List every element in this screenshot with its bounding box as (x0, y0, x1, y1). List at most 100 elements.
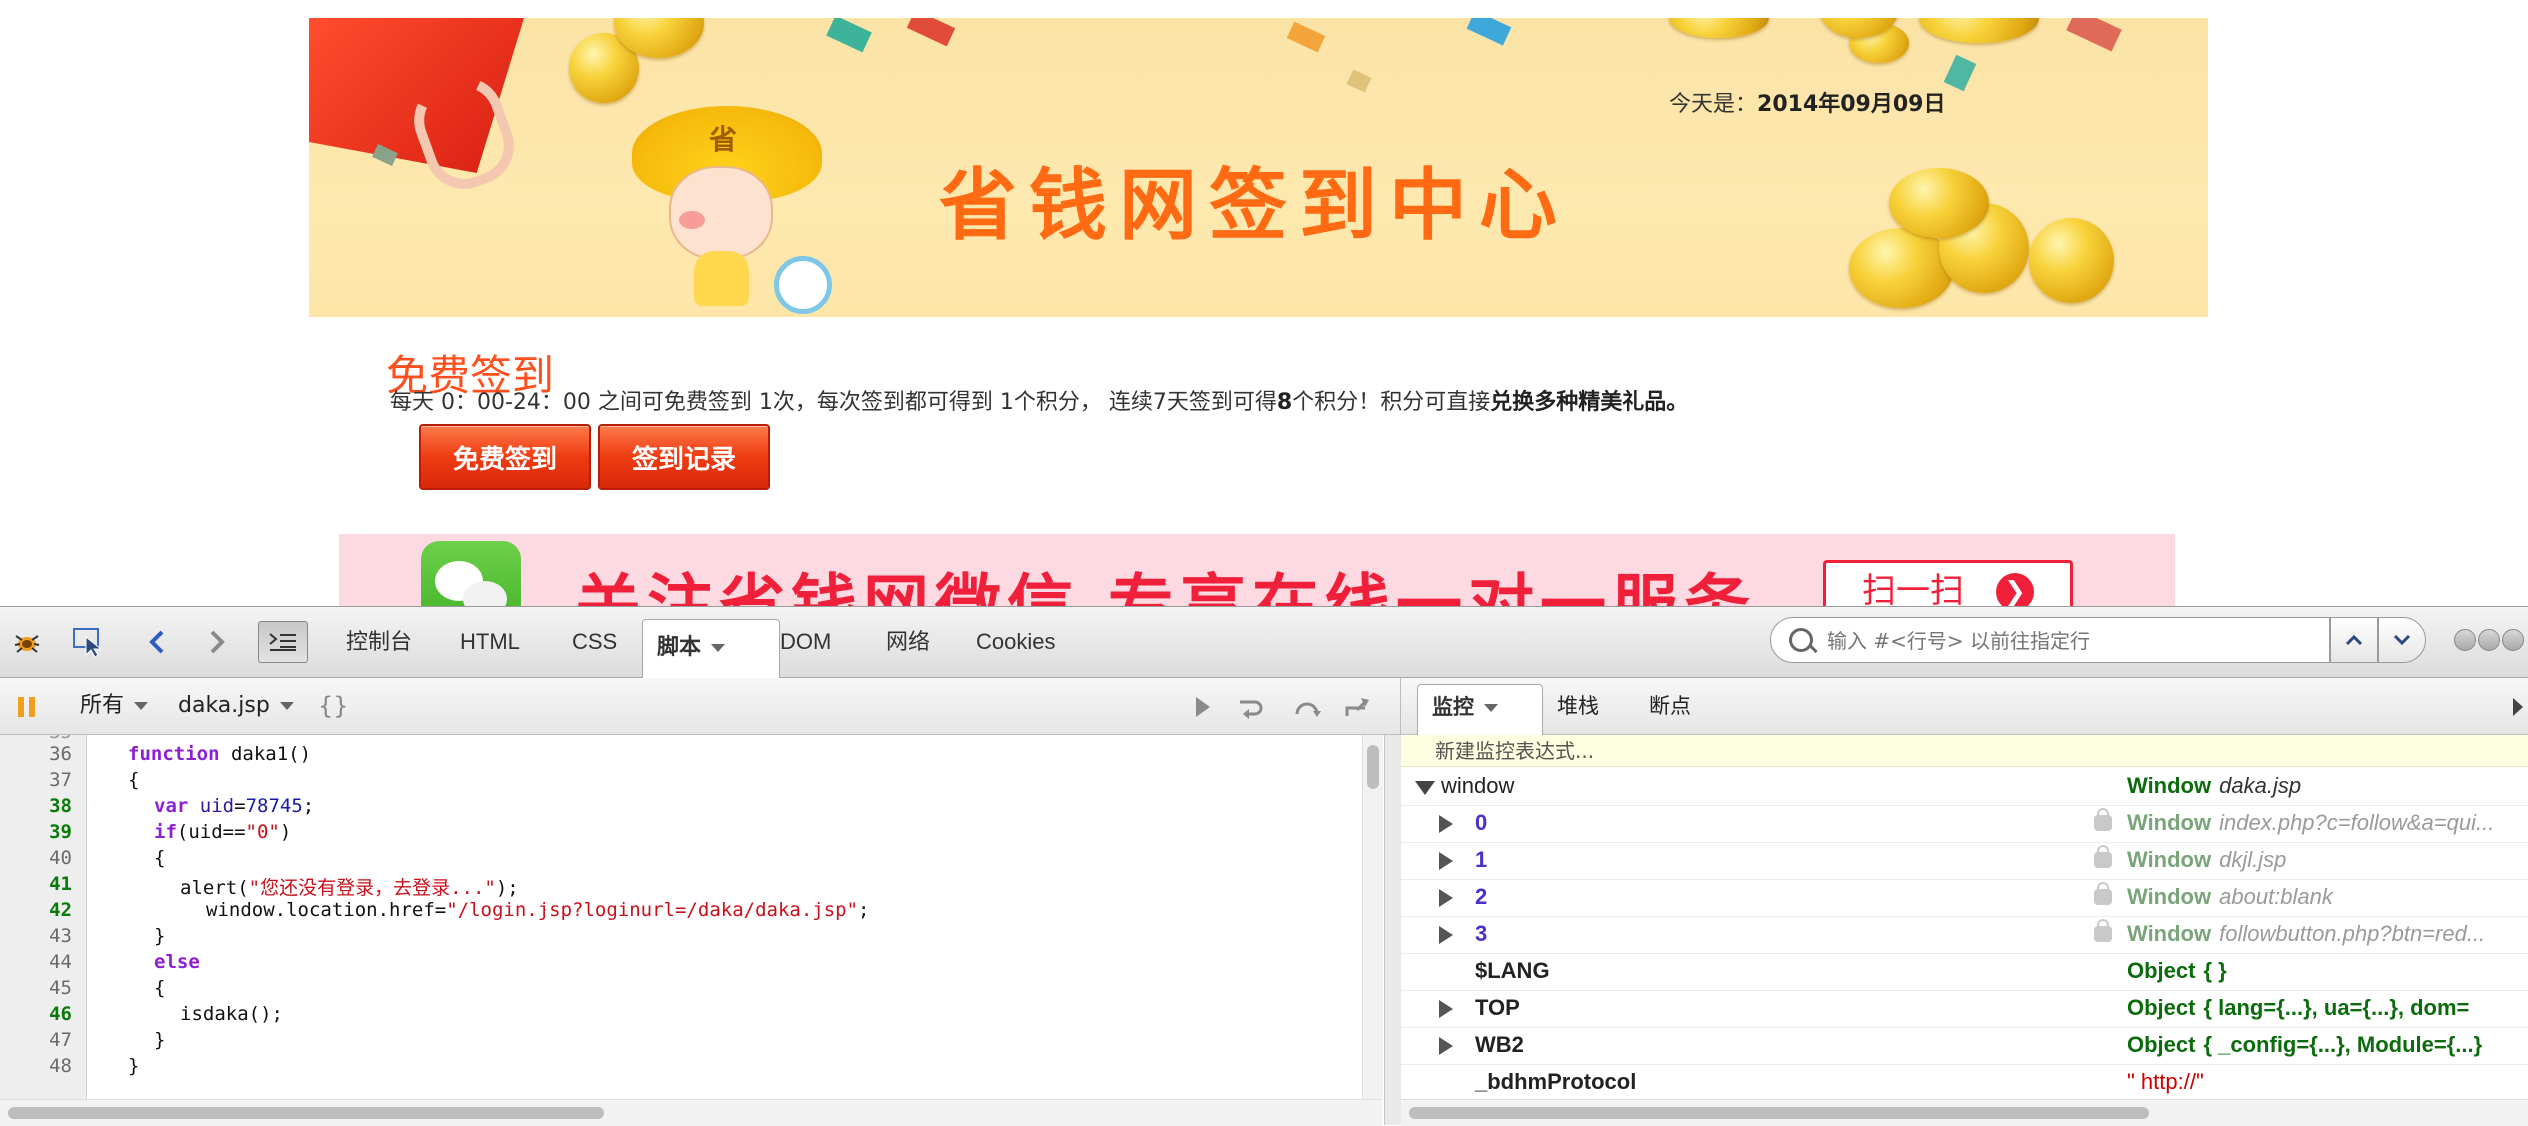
watch-row[interactable]: TOP Object { lang={...}, ua={...}, dom= (1401, 990, 2528, 1028)
watch-row[interactable]: _bdhmProtocol " http://" (1401, 1064, 2528, 1099)
tab-dom[interactable]: DOM (766, 621, 845, 663)
search-next-button[interactable] (2378, 617, 2426, 663)
line-number[interactable]: 36 (0, 743, 72, 765)
watch-panel: 新建监控表达式... window Window daka.jsp 0 Windo… (1401, 735, 2528, 1099)
twisty-closed-icon[interactable] (1439, 889, 1453, 907)
mascot-body (694, 251, 749, 306)
code-string: "/login.jsp?loginurl=/daka/daka.jsp" (446, 899, 859, 921)
line-number[interactable]: 42 (0, 899, 72, 921)
watch-row[interactable]: WB2 Object { _config={...}, Module={...} (1401, 1027, 2528, 1065)
twisty-closed-icon[interactable] (1439, 1037, 1453, 1055)
step-over-icon[interactable] (1236, 690, 1270, 724)
watch-desc: dkjl.jsp (2219, 847, 2287, 872)
line-number[interactable]: 44 (0, 951, 72, 973)
watch-row[interactable]: 1 Window dkjl.jsp (1401, 842, 2528, 880)
tab-console[interactable]: 控制台 (332, 621, 426, 663)
wechat-follow-banner[interactable]: 关注省钱网微信 专享在线一对一服务 扫一扫 ❯ (339, 534, 2175, 606)
watch-name: 3 (1475, 921, 1488, 946)
step-into-icon[interactable] (1290, 690, 1324, 724)
watch-value: Window about:blank (2127, 879, 2333, 915)
rule-part1: 每天 0：00-24：00 之间可免费签到 1次，每次签到都可得到 1个积分， … (390, 390, 1277, 415)
tab-breakpoints[interactable]: 断点 (1649, 690, 1691, 722)
watch-name: WB2 (1475, 1032, 1524, 1057)
coin-graphic (1669, 18, 1769, 38)
line-number[interactable]: 40 (0, 847, 72, 869)
command-line-toggle-icon[interactable] (258, 621, 308, 663)
watch-horizontal-scrollbar[interactable] (1401, 1099, 2528, 1126)
watch-value: Window daka.jsp (2127, 768, 2301, 804)
watch-row[interactable]: 3 Window followbutton.php?btn=red... (1401, 916, 2528, 954)
mascot-illustration: 省 (624, 106, 832, 316)
tab-html[interactable]: HTML (446, 621, 534, 663)
break-on-next-icon[interactable] (10, 690, 44, 724)
detach-icon[interactable] (2478, 629, 2500, 651)
pretty-print-icon[interactable]: {} (318, 690, 349, 722)
code-line: isdaka(); (180, 1003, 283, 1025)
code-horizontal-scrollbar[interactable] (0, 1099, 1382, 1126)
scrollbar-thumb[interactable] (8, 1107, 604, 1119)
code-line: { (128, 769, 140, 791)
forward-arrow-icon[interactable] (200, 625, 234, 659)
watch-row[interactable]: 2 Window about:blank (1401, 879, 2528, 917)
scrollbar-thumb[interactable] (1367, 745, 1379, 789)
line-number[interactable]: 38 (0, 795, 72, 817)
step-out-icon[interactable] (1342, 690, 1376, 724)
line-number[interactable]: 46 (0, 1003, 72, 1025)
coin-graphic (1889, 168, 1989, 238)
line-number[interactable]: 37 (0, 769, 72, 791)
line-number[interactable]: 41 (0, 873, 72, 895)
tab-cookies[interactable]: Cookies (962, 621, 1069, 663)
goto-line-input[interactable] (1825, 624, 2309, 658)
chevron-down-icon (134, 702, 149, 710)
tab-stack[interactable]: 堆栈 (1557, 690, 1599, 722)
code-string: "您还没有登录，去登录..." (248, 877, 496, 899)
wechat-scan-button[interactable]: 扫一扫 ❯ (1823, 560, 2073, 606)
line-number[interactable]: 43 (0, 925, 72, 947)
script-source-view[interactable]: 35 36 37 38 39 40 41 42 43 44 45 46 47 4… (0, 735, 1360, 1099)
watch-row[interactable]: 0 Window index.php?c=follow&a=qui... (1401, 805, 2528, 843)
scrollbar-thumb[interactable] (1409, 1107, 2149, 1119)
firebug-bug-icon[interactable] (10, 625, 44, 659)
script-file-dropdown[interactable]: daka.jsp (178, 690, 294, 722)
script-filter-dropdown[interactable]: 所有 (80, 690, 149, 722)
twisty-open-icon[interactable] (1415, 781, 1435, 795)
code-vertical-scrollbar[interactable] (1362, 735, 1383, 1099)
side-panel-more-icon[interactable] (2501, 690, 2528, 724)
checkin-records-button[interactable]: 签到记录 (598, 424, 770, 490)
panel-splitter[interactable] (1384, 735, 1402, 1125)
search-prev-button[interactable] (2330, 617, 2378, 663)
tab-css[interactable]: CSS (558, 621, 631, 663)
firebug-panel: 控制台 HTML CSS 脚本 DOM 网络 Cookies 所有 daka.j… (0, 606, 2528, 1126)
twisty-closed-icon[interactable] (1439, 926, 1453, 944)
back-arrow-icon[interactable] (140, 625, 174, 659)
inspect-element-icon[interactable] (72, 625, 106, 659)
code-number: 78745 (245, 795, 303, 817)
line-number[interactable]: 47 (0, 1029, 72, 1051)
watch-name: _bdhmProtocol (1475, 1069, 1637, 1094)
coin-graphic (2029, 218, 2114, 303)
tab-network[interactable]: 网络 (872, 621, 944, 663)
twisty-closed-icon[interactable] (1439, 1000, 1453, 1018)
close-icon[interactable] (2502, 629, 2524, 651)
line-number[interactable]: 45 (0, 977, 72, 999)
new-watch-expression-input[interactable]: 新建监控表达式... (1401, 735, 2528, 767)
minimize-icon[interactable] (2454, 629, 2476, 651)
watch-row[interactable]: $LANG Object { } (1401, 953, 2528, 991)
free-checkin-button[interactable]: 免费签到 (419, 424, 591, 490)
twisty-closed-icon[interactable] (1439, 852, 1453, 870)
date-prefix: 今天是： (1669, 92, 1758, 117)
line-number[interactable]: 39 (0, 821, 72, 843)
watch-name: window (1441, 773, 1515, 798)
watch-object: { lang={...}, ua={...}, dom= (2203, 995, 2470, 1020)
lock-icon (2094, 919, 2112, 942)
watch-value: Object { _config={...}, Module={...} (2127, 1027, 2482, 1063)
tab-watch[interactable]: 监控 (1417, 684, 1543, 735)
line-number[interactable]: 48 (0, 1055, 72, 1077)
watch-row-window[interactable]: window Window daka.jsp (1401, 768, 2528, 806)
twisty-closed-icon[interactable] (1439, 815, 1453, 833)
code-text: ; (302, 795, 315, 817)
tab-script[interactable]: 脚本 (642, 619, 780, 678)
code-text: window.location.href= (206, 899, 447, 921)
resume-icon[interactable] (1186, 690, 1220, 724)
script-subtoolbar: 所有 daka.jsp {} (0, 678, 1400, 735)
